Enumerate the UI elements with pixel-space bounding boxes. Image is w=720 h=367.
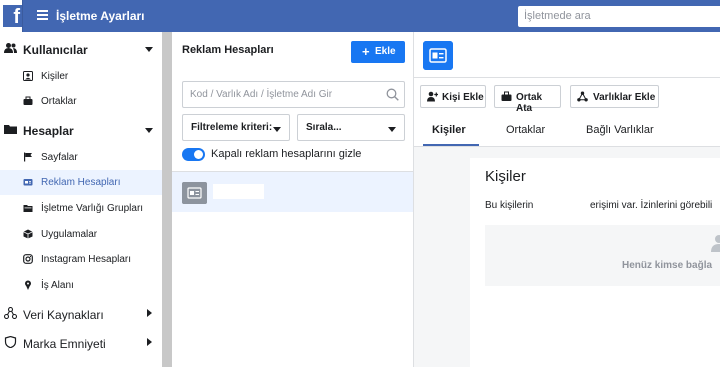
- search-icon: [386, 88, 399, 101]
- sidebar-item-pages[interactable]: Sayfalar: [0, 145, 162, 170]
- ad-account-search-input[interactable]: Kod / Varlık Adı / İşletme Adı Gir: [182, 81, 405, 108]
- sidebar-item-partners[interactable]: Ortaklar: [0, 89, 162, 114]
- facebook-logo-letter: f: [3, 5, 22, 28]
- sidebar-item-label: Sayfalar: [41, 152, 78, 163]
- shield-icon: [4, 336, 17, 348]
- sidebar-section-data-sources[interactable]: Veri Kaynakları: [0, 300, 162, 328]
- pin-icon: [25, 280, 31, 290]
- person-silhouette-icon: [711, 235, 720, 252]
- sidebar-section-accounts[interactable]: Hesaplar: [0, 116, 162, 144]
- person-icon: [23, 71, 33, 81]
- top-bar: f İşletme Ayarları İşletmede ara: [0, 0, 720, 32]
- page-title: İşletme Ayarları: [56, 9, 145, 23]
- sidebar-item-label: İşletme Varlığı Grupları: [41, 203, 144, 214]
- divider: [414, 77, 720, 78]
- ad-account-icon: [23, 179, 33, 186]
- ad-account-icon: [182, 182, 207, 204]
- card-title: Kişiler: [485, 168, 526, 185]
- sidebar-item-apps[interactable]: Uygulamalar: [0, 222, 162, 247]
- sort-dropdown[interactable]: Sırala...: [297, 114, 405, 141]
- add-assets-label: Varlıklar Ekle: [593, 92, 656, 103]
- share-assets-icon: [577, 91, 588, 102]
- ad-accounts-panel: Reklam Hesapları + Ekle Kod / Varlık Adı…: [172, 32, 414, 367]
- ad-account-detail-panel: Kişi Ekle Ortak Ata Varlıklar Ekle Kişil…: [414, 32, 720, 367]
- briefcase-icon: [23, 96, 33, 105]
- panel-title: Reklam Hesapları: [182, 44, 274, 56]
- folder-group-icon: [23, 205, 33, 212]
- hamburger-menu-icon[interactable]: [37, 10, 49, 20]
- add-ad-account-button[interactable]: + Ekle: [351, 41, 405, 63]
- chevron-right-icon: [147, 338, 152, 346]
- flag-icon: [24, 152, 32, 162]
- sidebar-section-label: Hesaplar: [23, 124, 74, 138]
- toggle-knob: [194, 150, 203, 159]
- users-icon: [4, 43, 17, 53]
- card-description-end: erişimi var. İzinlerini görebili: [590, 200, 713, 211]
- data-sources-icon: [4, 307, 17, 319]
- assign-partner-button[interactable]: Ortak Ata: [494, 85, 561, 114]
- sidebar-item-label: Ortaklar: [41, 96, 77, 107]
- tab-people[interactable]: Kişiler: [432, 124, 466, 136]
- sidebar-item-instagram-accounts[interactable]: Instagram Hesapları: [0, 247, 162, 272]
- chevron-down-icon: [273, 127, 281, 132]
- cube-icon: [23, 229, 33, 239]
- sidebar-item-label: Reklam Hesapları: [41, 177, 121, 188]
- briefcase-icon: [501, 91, 512, 101]
- sidebar-section-brand-safety[interactable]: Marka Emniyeti: [0, 329, 162, 357]
- plus-icon: +: [362, 44, 370, 59]
- sidebar-item-label: Uygulamalar: [41, 229, 98, 240]
- chevron-down-icon: [145, 47, 153, 52]
- tab-partners[interactable]: Ortaklar: [506, 124, 545, 136]
- empty-state: Henüz kimse bağla: [485, 225, 720, 286]
- sidebar-section-label: Kullanıcılar: [23, 43, 88, 57]
- add-person-icon: [427, 91, 438, 102]
- sidebar-item-line-of-business[interactable]: İş Alanı: [0, 273, 162, 298]
- sidebar: Kullanıcılar Kişiler Ortaklar Hesaplar S…: [0, 32, 162, 367]
- add-assets-button[interactable]: Varlıklar Ekle: [570, 85, 659, 108]
- ad-account-list-item[interactable]: [172, 172, 413, 212]
- add-person-button[interactable]: Kişi Ekle: [420, 85, 486, 108]
- tab-connected-assets[interactable]: Bağlı Varlıklar: [586, 124, 654, 136]
- filter-dropdown[interactable]: Filtreleme kriteri:: [182, 114, 290, 141]
- chevron-down-icon: [145, 128, 153, 133]
- ad-account-icon: [423, 41, 453, 70]
- add-person-label: Kişi Ekle: [442, 92, 484, 103]
- search-placeholder: Kod / Varlık Adı / İşletme Adı Gir: [190, 89, 333, 100]
- sidebar-section-label: Marka Emniyeti: [23, 337, 106, 351]
- sidebar-item-ad-accounts[interactable]: Reklam Hesapları: [0, 170, 162, 195]
- scrollbar-thumb[interactable]: [162, 32, 172, 367]
- card-description-start: Bu kişilerin: [485, 200, 534, 211]
- chevron-down-icon: [388, 127, 396, 132]
- ad-account-name-redacted: [213, 184, 264, 199]
- topbar-divider: [22, 0, 23, 32]
- people-card: Kişiler Bu kişilerin erişimi var. İzinle…: [470, 158, 720, 367]
- add-button-label: Ekle: [375, 46, 396, 57]
- instagram-icon: [23, 254, 33, 264]
- assign-partner-label: Ortak Ata: [516, 92, 543, 114]
- sidebar-item-label: Kişiler: [41, 71, 69, 82]
- sidebar-item-label: Instagram Hesapları: [41, 254, 132, 265]
- facebook-logo[interactable]: f: [0, 0, 22, 32]
- chevron-right-icon: [147, 309, 152, 317]
- sidebar-section-users[interactable]: Kullanıcılar: [0, 35, 162, 63]
- filter-dropdown-label: Filtreleme kriteri:: [191, 122, 273, 133]
- sidebar-item-label: İş Alanı: [41, 280, 74, 291]
- business-search-input[interactable]: İşletmede ara: [518, 6, 720, 27]
- empty-state-text: Henüz kimse bağla: [622, 260, 713, 271]
- sort-dropdown-label: Sırala...: [306, 122, 342, 133]
- sidebar-scrollbar[interactable]: [162, 32, 172, 367]
- sidebar-section-label: Veri Kaynakları: [23, 308, 104, 322]
- folder-icon: [4, 125, 17, 134]
- sidebar-item-people[interactable]: Kişiler: [0, 64, 162, 89]
- toggle-label: Kapalı reklam hesaplarını gizle: [211, 148, 362, 160]
- hide-closed-accounts-toggle[interactable]: [182, 148, 205, 161]
- sidebar-item-business-asset-groups[interactable]: İşletme Varlığı Grupları: [0, 196, 162, 221]
